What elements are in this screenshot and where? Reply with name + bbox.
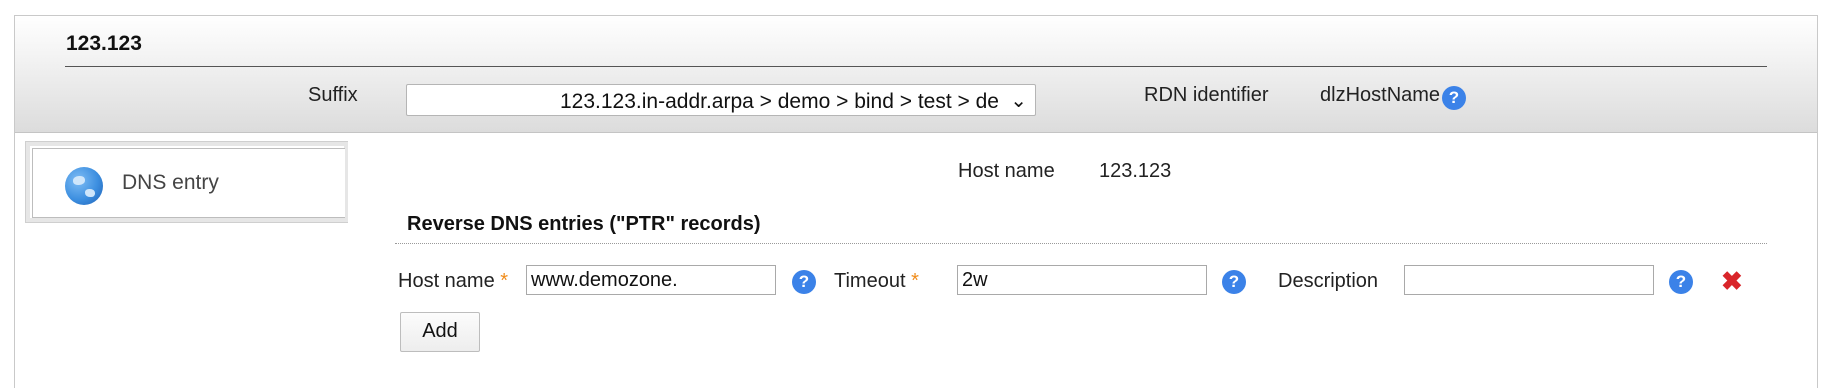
globe-icon	[65, 167, 103, 205]
description-input[interactable]	[1404, 265, 1654, 295]
tab-dns-entry[interactable]: DNS entry	[25, 141, 348, 223]
rdn-identifier-label: RDN identifier	[1144, 84, 1269, 106]
hostname-label: Host name	[958, 160, 1055, 182]
page-title: 123.123	[66, 32, 142, 55]
dns-entry-panel: 123.123 Suffix 123.123.in-addr.arpa > de…	[14, 15, 1818, 388]
required-marker: *	[911, 270, 919, 292]
help-icon[interactable]: ?	[792, 270, 816, 294]
rdn-identifier-value: dlzHostName	[1320, 84, 1441, 106]
chevron-down-icon: ⌄	[1010, 90, 1027, 112]
header-divider	[65, 66, 1767, 67]
help-icon[interactable]: ?	[1669, 270, 1693, 294]
timeout-input[interactable]	[957, 265, 1207, 295]
suffix-label: Suffix	[308, 84, 358, 106]
hostname-value: 123.123	[1099, 160, 1172, 182]
suffix-selected-value: 123.123.in-addr.arpa > demo > bind > tes…	[560, 90, 999, 113]
ptr-host-name-input[interactable]	[526, 265, 776, 295]
suffix-select[interactable]: 123.123.in-addr.arpa > demo > bind > tes…	[406, 84, 1036, 116]
timeout-label: Timeout *	[834, 270, 919, 292]
tab-dns-entry-label: DNS entry	[122, 171, 219, 194]
add-button[interactable]: Add	[400, 312, 480, 352]
help-icon[interactable]: ?	[1442, 86, 1466, 110]
description-label: Description	[1278, 270, 1379, 292]
ptr-host-name-label: Host name *	[398, 270, 509, 292]
help-icon[interactable]: ?	[1222, 270, 1246, 294]
section-title: Reverse DNS entries ("PTR" records)	[407, 213, 761, 235]
section-divider	[395, 243, 1767, 244]
remove-icon[interactable]: ✖	[1721, 268, 1743, 294]
header-bar: 123.123 Suffix 123.123.in-addr.arpa > de…	[15, 16, 1817, 133]
required-marker: *	[500, 270, 509, 292]
